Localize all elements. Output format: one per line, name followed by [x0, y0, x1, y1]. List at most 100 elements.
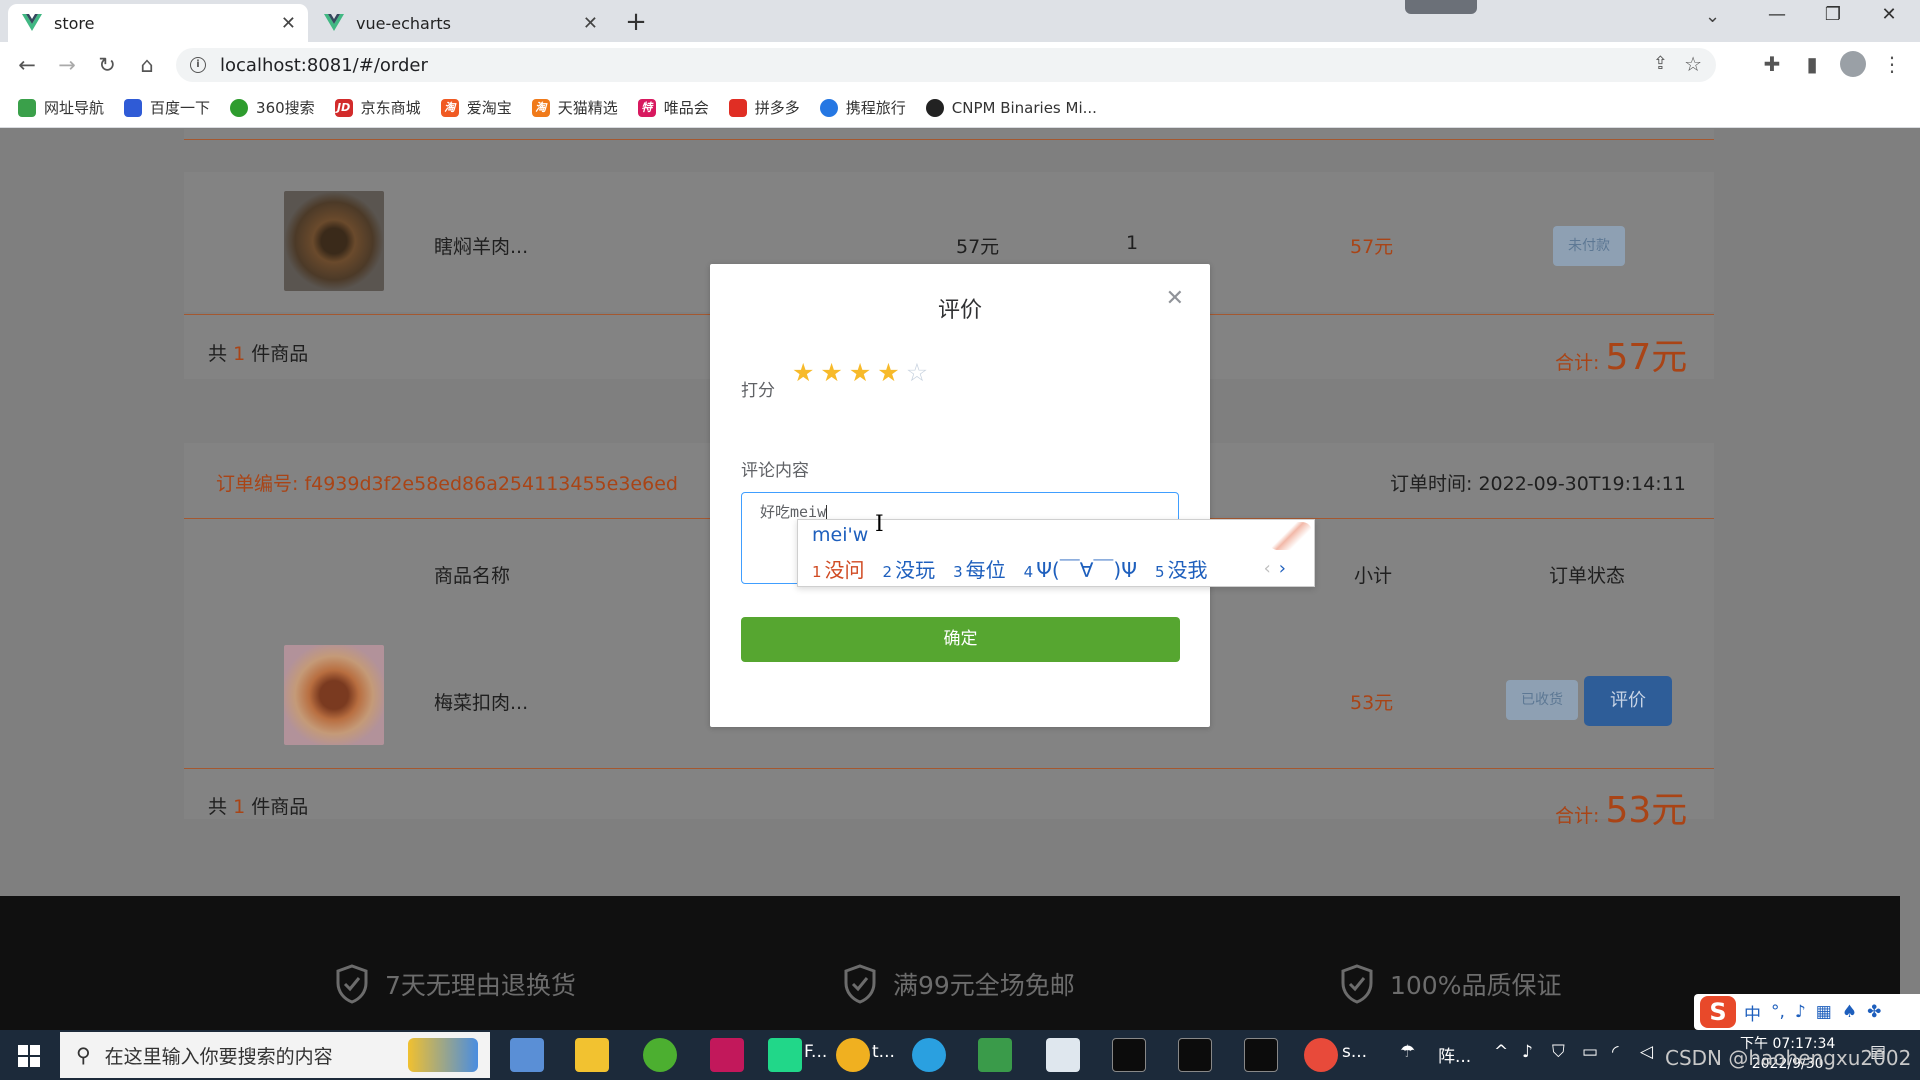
- chevron-up-icon[interactable]: ^: [1494, 1042, 1508, 1062]
- menu-dots-icon[interactable]: ⋮: [1878, 52, 1906, 76]
- order-time: 订单时间: 2022-09-30T19:14:11: [1390, 473, 1686, 495]
- restore-button[interactable]: ❐: [1810, 4, 1856, 25]
- ime-candidate[interactable]: 4 Ψ(￣∀￣)Ψ: [1024, 554, 1137, 583]
- microphone-icon[interactable]: ♪: [1795, 1002, 1806, 1022]
- vue-logo-icon: [324, 14, 344, 31]
- star-icon[interactable]: ★: [820, 360, 842, 385]
- close-icon[interactable]: ✕: [1166, 286, 1184, 311]
- minimize-button[interactable]: —: [1754, 4, 1800, 25]
- bookmark-item[interactable]: CNPM Binaries Mi...: [925, 98, 1097, 117]
- bookmark-item[interactable]: 特唯品会: [637, 97, 709, 118]
- ime-lang-indicator[interactable]: 中: [1744, 1000, 1761, 1025]
- dish-image[interactable]: [284, 191, 384, 291]
- star-rating[interactable]: ★ ★ ★ ★ ☆: [792, 360, 934, 385]
- app-icon[interactable]: [1046, 1038, 1080, 1072]
- keyboard-icon[interactable]: ▦: [1816, 1002, 1832, 1022]
- taskbar-app-label[interactable]: F...: [804, 1042, 827, 1062]
- ime-candidate[interactable]: 3 每位: [953, 554, 1006, 583]
- terminal-icon[interactable]: [1112, 1038, 1146, 1072]
- bookmark-item[interactable]: JD 京东商城: [334, 97, 421, 118]
- terminal-icon[interactable]: [1244, 1038, 1278, 1072]
- tab-vue-echarts[interactable]: vue-echarts ✕: [310, 4, 610, 42]
- app-icon[interactable]: [510, 1038, 544, 1072]
- forward-arrow-icon[interactable]: →: [52, 50, 82, 80]
- review-button[interactable]: 评价: [1584, 676, 1672, 726]
- star-outline-icon[interactable]: ☆: [906, 360, 928, 385]
- bookmark-item[interactable]: 百度一下: [124, 97, 210, 118]
- close-icon[interactable]: ✕: [281, 13, 296, 34]
- dish-image[interactable]: [284, 645, 384, 745]
- window-close-button[interactable]: ✕: [1866, 4, 1912, 25]
- speaker-icon[interactable]: ◁: [1640, 1042, 1653, 1062]
- taskbar-search-box[interactable]: ⚲ 在这里输入你要搜索的内容: [60, 1032, 490, 1078]
- wifi-icon[interactable]: ◜: [1612, 1042, 1619, 1062]
- ime-candidate[interactable]: 1 没问: [812, 554, 865, 583]
- item-name[interactable]: 梅菜扣肉...: [434, 688, 528, 715]
- app-icon[interactable]: [643, 1038, 677, 1072]
- item-subtotal: 57元: [1350, 236, 1394, 258]
- weather-label[interactable]: 阵...: [1438, 1042, 1471, 1067]
- bookmark-item[interactable]: 携程旅行: [819, 97, 906, 118]
- confirm-button[interactable]: 确定: [741, 617, 1180, 662]
- bookmark-item[interactable]: 淘天猫精选: [531, 97, 618, 118]
- tab-store[interactable]: store ✕: [8, 4, 308, 42]
- shield-icon[interactable]: ⛉: [1552, 1042, 1565, 1062]
- extensions-puzzle-icon[interactable]: ✚: [1758, 52, 1786, 76]
- chrome-icon[interactable]: [1304, 1038, 1338, 1072]
- item-name[interactable]: 瞎焖羊肉...: [434, 232, 528, 259]
- cnpm-icon: [925, 98, 944, 117]
- pycharm-icon[interactable]: [768, 1038, 802, 1072]
- back-arrow-icon[interactable]: ←: [12, 50, 42, 80]
- terminal-icon[interactable]: [1178, 1038, 1212, 1072]
- app-icon[interactable]: [836, 1038, 870, 1072]
- info-icon[interactable]: i: [190, 57, 206, 73]
- profile-avatar[interactable]: [1840, 51, 1866, 77]
- bookmark-star-icon[interactable]: ☆: [1684, 52, 1702, 76]
- shield-check-icon: [1341, 964, 1373, 1004]
- bookmarks-bar: 网址导航 百度一下 360搜索 JD 京东商城 淘爱淘宝 淘天猫精选 特唯品会 拼…: [0, 88, 1920, 128]
- punctuation-icon[interactable]: °,: [1771, 1002, 1785, 1022]
- ime-status-bar[interactable]: S 中 °, ♪ ▦ ♠ ✤: [1694, 994, 1920, 1030]
- status-badge: 已收货: [1506, 680, 1578, 720]
- ime-page-arrows[interactable]: ‹ ›: [1264, 558, 1286, 579]
- skin-shirt-icon[interactable]: ♠: [1842, 1002, 1857, 1022]
- order-card-top: [184, 129, 1714, 139]
- globe-icon: [18, 98, 36, 117]
- share-icon[interactable]: ⇪: [1653, 53, 1668, 74]
- address-bar[interactable]: i localhost:8081/#/order ⇪ ☆: [176, 48, 1716, 82]
- star-icon[interactable]: ★: [792, 360, 814, 385]
- bookmark-item[interactable]: 淘爱淘宝: [440, 97, 512, 118]
- baidu-paw-icon: [124, 98, 143, 117]
- chevron-right-icon[interactable]: ›: [1279, 558, 1286, 579]
- toolbox-icon[interactable]: ✤: [1867, 1002, 1881, 1022]
- jd-icon: JD: [334, 98, 353, 117]
- taskbar-app-label[interactable]: s...: [1342, 1042, 1367, 1062]
- weather-umbrella-icon[interactable]: ☂: [1400, 1042, 1415, 1062]
- chevron-left-icon[interactable]: ‹: [1264, 558, 1271, 579]
- divider: [184, 768, 1714, 769]
- windows-start-icon[interactable]: [18, 1045, 40, 1067]
- star-icon[interactable]: ★: [849, 360, 871, 385]
- microphone-icon[interactable]: ♪: [1522, 1042, 1533, 1062]
- browser-toolbar: ← → ↻ ⌂ i localhost:8081/#/order ⇪ ☆ ✚ ▮…: [0, 42, 1920, 88]
- close-icon[interactable]: ✕: [583, 13, 598, 34]
- reload-icon[interactable]: ↻: [92, 50, 122, 80]
- bookmark-item[interactable]: 360搜索: [230, 97, 315, 118]
- ime-candidate[interactable]: 2 没玩: [883, 554, 936, 583]
- chevron-down-icon[interactable]: ⌄: [1705, 6, 1720, 27]
- intellij-icon[interactable]: [710, 1038, 744, 1072]
- star-icon[interactable]: ★: [877, 360, 899, 385]
- app-icon[interactable]: [978, 1038, 1012, 1072]
- taskbar-app-label[interactable]: t...: [872, 1042, 895, 1062]
- edge-icon[interactable]: [912, 1038, 946, 1072]
- side-panel-icon[interactable]: ▮: [1798, 52, 1826, 76]
- file-explorer-icon[interactable]: [575, 1038, 609, 1072]
- new-tab-button[interactable]: +: [622, 7, 650, 37]
- bookmark-item[interactable]: 拼多多: [728, 97, 800, 118]
- item-price: 57元: [956, 236, 1000, 258]
- bookmark-item[interactable]: 网址导航: [18, 97, 104, 118]
- comment-label: 评论内容: [741, 461, 809, 481]
- home-icon[interactable]: ⌂: [132, 50, 162, 80]
- battery-icon[interactable]: ▭: [1582, 1042, 1598, 1062]
- ime-candidate[interactable]: 5 没我: [1155, 554, 1208, 583]
